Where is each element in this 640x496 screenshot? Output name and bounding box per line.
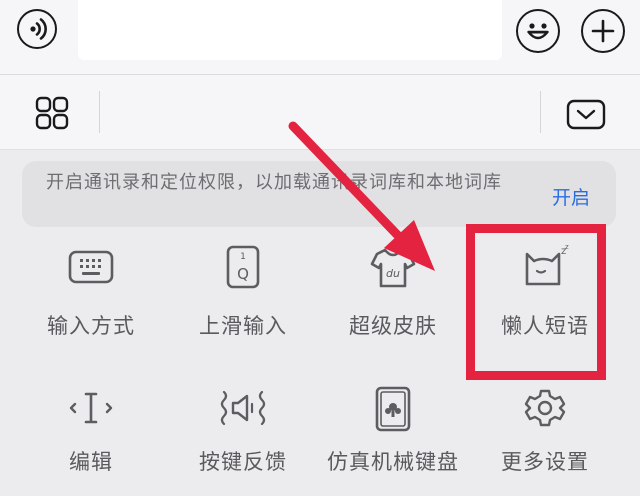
plus-icon [591, 19, 615, 43]
banner-message: 开启通讯录和定位权限，以加载通讯录词库和本地词库 [46, 172, 502, 193]
sleepy-cat-icon: z z [525, 244, 569, 286]
chevron-down-icon [566, 99, 606, 130]
item-label: 仿真机械键盘 [327, 450, 459, 474]
input-method-item[interactable]: 输入方式 [16, 244, 166, 354]
item-label: 编辑 [69, 450, 113, 474]
enable-permission-button[interactable]: 开启 [552, 183, 590, 210]
svg-text:Q: Q [237, 265, 249, 283]
more-settings-item[interactable]: 更多设置 [470, 386, 620, 496]
key-feedback-item[interactable]: 按键反馈 [168, 386, 318, 496]
svg-text:1: 1 [240, 252, 246, 262]
item-label: 更多设置 [501, 450, 589, 474]
keyboard-toolbar [0, 75, 640, 150]
item-label: 超级皮肤 [349, 314, 437, 338]
lazy-phrases-item[interactable]: z z 懒人短语 [470, 244, 620, 354]
svg-text:du: du [386, 267, 400, 280]
keyboard-icon [68, 250, 114, 284]
smiley-icon [527, 23, 549, 40]
permission-banner: 开启通讯录和定位权限，以加载通讯录词库和本地词库 开启 [22, 161, 616, 227]
emoji-button[interactable] [516, 9, 560, 53]
chat-input-bar [0, 0, 640, 75]
toolbar-divider [540, 91, 541, 133]
item-label: 输入方式 [47, 314, 135, 338]
super-skin-item[interactable]: du 超级皮肤 [318, 244, 468, 354]
toolbar-divider [99, 91, 100, 133]
voice-button[interactable] [17, 9, 57, 49]
voice-wave-icon [30, 18, 47, 40]
swipe-up-key-icon: 1 Q [226, 245, 260, 289]
tshirt-skin-icon: du [370, 248, 416, 288]
more-plus-button[interactable] [581, 9, 625, 53]
mechanical-keyboard-item[interactable]: 仿真机械键盘 [318, 386, 468, 496]
grid-four-icon [35, 96, 69, 130]
swipe-input-item[interactable]: 1 Q 上滑输入 [168, 244, 318, 354]
item-label: 上滑输入 [199, 314, 287, 338]
speaker-vibration-icon [220, 390, 266, 426]
item-label: 按键反馈 [199, 450, 287, 474]
svg-text:z: z [565, 244, 569, 251]
mechanical-key-icon [375, 386, 411, 432]
collapse-keyboard-button[interactable] [566, 99, 606, 131]
function-menu-button[interactable] [28, 95, 74, 133]
text-cursor-icon [69, 392, 113, 424]
gear-icon [524, 389, 566, 427]
message-input[interactable] [78, 0, 502, 60]
edit-item[interactable]: 编辑 [16, 386, 166, 496]
item-label: 懒人短语 [501, 314, 589, 338]
